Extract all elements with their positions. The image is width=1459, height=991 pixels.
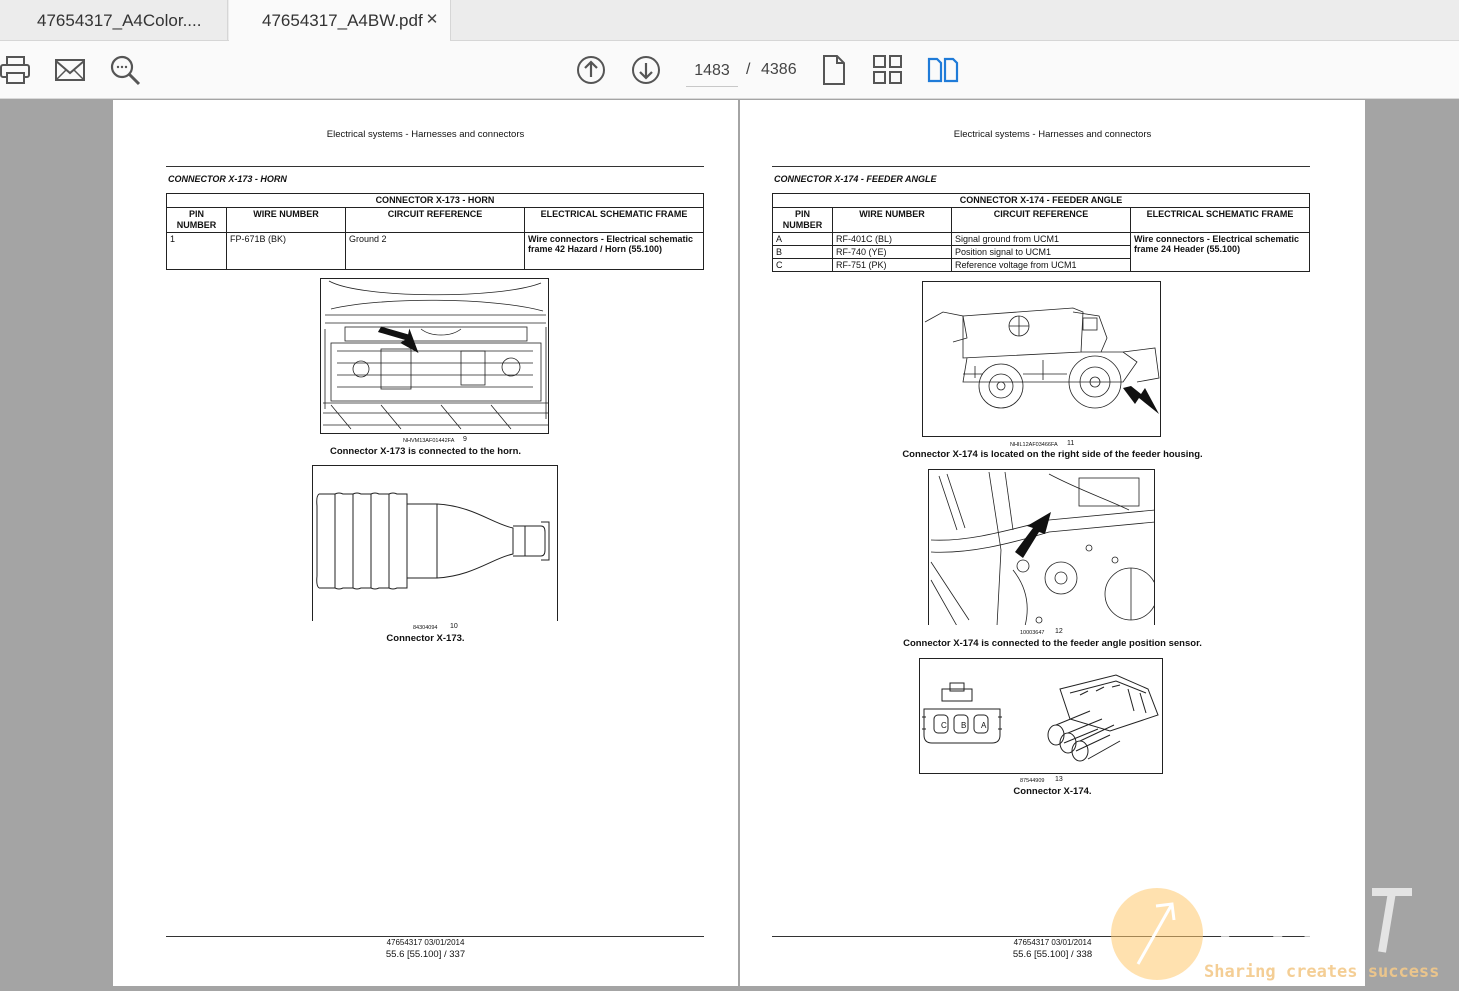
- figure-code: NHIL12AF03466FA: [1010, 442, 1058, 448]
- table-row: 1 FP-671B (BK) Ground 2 Wire connectors …: [166, 232, 704, 270]
- tab-document-bw[interactable]: 47654317_A4BW.pdf ✕: [229, 0, 451, 42]
- pin-letter: C: [941, 721, 947, 730]
- pin-cell: A: [772, 232, 833, 246]
- divider: [772, 166, 1310, 167]
- single-page-icon[interactable]: [817, 53, 851, 87]
- pin-cell: B: [772, 245, 833, 259]
- table-header: ELECTRICAL SCHEMATIC FRAME: [524, 207, 704, 233]
- divider: [166, 166, 704, 167]
- circuit-cell: Signal ground from UCM1: [951, 232, 1131, 246]
- running-head: Electrical systems - Harnesses and conne…: [953, 129, 1152, 140]
- figure-number: 13: [1055, 776, 1063, 783]
- figure-connector-x174: C B A: [919, 658, 1163, 774]
- page-down-icon[interactable]: [629, 53, 663, 87]
- watermark-tagline: Sharing creates success: [1204, 962, 1440, 982]
- table-title: CONNECTOR X-173 - HORN: [166, 193, 704, 208]
- table-header: CIRCUIT REFERENCE: [345, 207, 525, 233]
- tab-label: 47654317_A4BW.pdf: [262, 11, 423, 30]
- table-header: CIRCUIT REFERENCE: [951, 207, 1131, 233]
- circuit-cell: Position signal to UCM1: [951, 245, 1131, 259]
- footer-divider: [166, 936, 704, 937]
- figure-number: 9: [463, 436, 467, 443]
- connector-table: CONNECTOR X-173 - HORN PIN NUMBER WIRE N…: [166, 193, 704, 270]
- figure-caption: Connector X-174.: [1013, 786, 1092, 797]
- table-row: A RF-401C (BL) Signal ground from UCM1 W…: [772, 232, 1310, 272]
- connector-table: CONNECTOR X-174 - FEEDER ANGLE PIN NUMBE…: [772, 193, 1310, 272]
- thumbnails-icon[interactable]: [871, 53, 905, 87]
- two-page-icon[interactable]: [926, 53, 960, 87]
- figure-code: 87544909: [1020, 778, 1045, 784]
- frame-cell: Wire connectors - Electrical schematic f…: [524, 232, 704, 270]
- page-separator: /: [746, 61, 751, 78]
- pdf-page-right: Electrical systems - Harnesses and conne…: [740, 100, 1365, 986]
- figure-caption: Connector X-174 is located on the right …: [902, 449, 1203, 460]
- tab-bar: 47654317_A4Color.... 47654317_A4BW.pdf ✕: [0, 0, 1459, 42]
- section-title: CONNECTOR X-174 - FEEDER ANGLE: [774, 174, 937, 184]
- figure-number: 12: [1055, 628, 1063, 635]
- circuit-cell: Ground 2: [345, 232, 525, 270]
- figure-code: NHVM13AF01442FA: [403, 438, 455, 444]
- footer-page-ref: 55.6 [55.100] / 337: [385, 949, 466, 960]
- toolbar: / 4386: [0, 41, 1459, 99]
- mail-icon[interactable]: [53, 53, 87, 87]
- figure-connector-x173: [312, 465, 558, 621]
- figure-feeder-sensor: [928, 469, 1155, 625]
- frame-cell: Wire connectors - Electrical schematic f…: [1130, 232, 1310, 272]
- section-title: CONNECTOR X-173 - HORN: [168, 174, 287, 184]
- figure-caption: Connector X-173 is connected to the horn…: [329, 446, 522, 457]
- pin-cell: 1: [166, 232, 227, 270]
- figure-caption: Connector X-174 is connected to the feed…: [903, 638, 1202, 649]
- wire-cell: RF-751 (PK): [832, 258, 952, 272]
- table-header: WIRE NUMBER: [832, 207, 952, 233]
- page-total: 4386: [761, 61, 797, 78]
- wire-cell: FP-671B (BK): [226, 232, 346, 270]
- figure-caption: Connector X-173.: [386, 633, 465, 644]
- wire-cell: RF-401C (BL): [832, 232, 952, 246]
- pdf-page-left: Electrical systems - Harnesses and conne…: [113, 100, 738, 986]
- table-header: PIN NUMBER: [166, 207, 227, 233]
- figure-code: 10003647: [1020, 630, 1045, 636]
- table-title: CONNECTOR X-174 - FEEDER ANGLE: [772, 193, 1310, 208]
- tab-label: 47654317_A4Color....: [37, 10, 202, 30]
- close-tab-icon[interactable]: ✕: [424, 10, 440, 28]
- table-header: ELECTRICAL SCHEMATIC FRAME: [1130, 207, 1310, 233]
- footer-document-id: 47654317 03/01/2014: [386, 938, 465, 947]
- table-header: WIRE NUMBER: [226, 207, 346, 233]
- figure-code: 84304094: [413, 625, 438, 631]
- wire-cell: RF-740 (YE): [832, 245, 952, 259]
- tab-document-color[interactable]: 47654317_A4Color....: [0, 0, 228, 41]
- print-icon[interactable]: [0, 53, 34, 87]
- pin-cell: C: [772, 258, 833, 272]
- figure-feeder-location: [922, 281, 1161, 437]
- zoom-icon[interactable]: [108, 53, 142, 87]
- figure-number: 11: [1067, 440, 1075, 447]
- circuit-cell: Reference voltage from UCM1: [951, 258, 1131, 272]
- document-viewer[interactable]: Electrical systems - Harnesses and conne…: [0, 100, 1459, 986]
- figure-horn-location: [320, 278, 549, 434]
- table-header: PIN NUMBER: [772, 207, 833, 233]
- pin-letter: A: [981, 721, 987, 730]
- figure-number: 10: [450, 623, 458, 630]
- page-number-input[interactable]: [686, 55, 738, 87]
- page-up-icon[interactable]: [574, 53, 608, 87]
- pin-letter: B: [961, 721, 966, 730]
- running-head: Electrical systems - Harnesses and conne…: [326, 129, 525, 140]
